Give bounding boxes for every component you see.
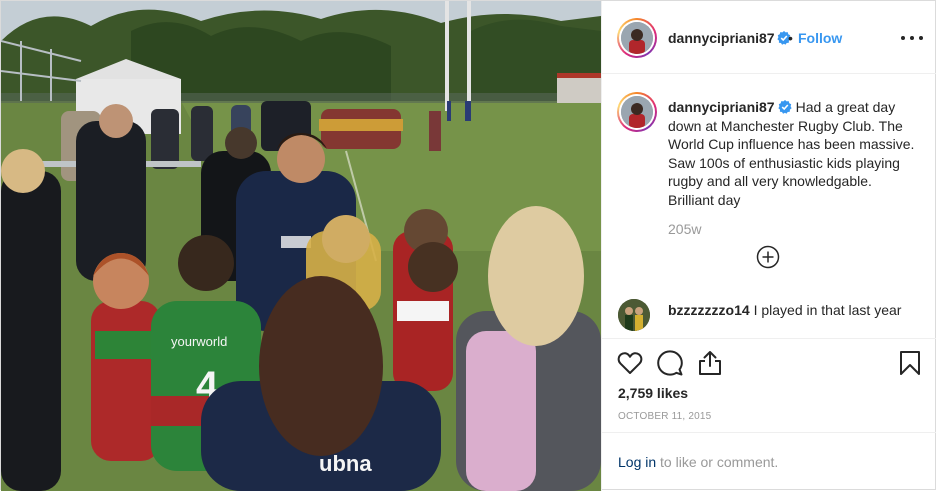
commenter-avatar-image [618,299,650,331]
likes-count[interactable]: 2,759 likes [618,385,688,401]
post-actions: 2,759 likes October 11, 2015 [602,338,936,432]
author-avatar[interactable] [617,18,657,58]
commenter-avatar[interactable] [618,299,650,331]
comment-item: bzzzzzzzo14 I played in that last year [602,299,936,335]
caption-timestamp[interactable]: 205w [668,221,701,237]
comments-section: dannycipriani87 Had a great day down at … [602,75,936,337]
post-date[interactable]: October 11, 2015 [618,411,711,422]
instagram-post: 4 yourworld ubna dannycipriani87 • Follo… [0,0,936,491]
caption-author-avatar[interactable] [617,92,657,132]
login-rest: to like or comment. [656,454,779,470]
caption-username[interactable]: dannycipriani87 [668,99,775,115]
comment-text: I played in that last year [753,302,902,318]
load-more-comments-icon[interactable] [756,245,780,269]
author-avatar-image [621,22,653,54]
caption-verified-badge-icon [777,100,792,114]
share-icon[interactable] [696,349,724,377]
author-username[interactable]: dannycipriani87 [668,30,775,46]
comment-content: bzzzzzzzo14 I played in that last year [668,302,901,318]
follow-separator: • [788,30,793,46]
post-header: dannycipriani87 • Follow [602,1,936,74]
login-prompt: Log in to like or comment. [602,432,936,490]
heart-icon[interactable] [616,349,644,377]
caption-avatar-image [621,96,653,128]
comment-icon[interactable] [656,349,684,377]
post-photo[interactable]: 4 yourworld ubna [1,1,601,491]
post-side-panel: dannycipriani87 • Follow dannycipriani87… [601,1,936,491]
caption-text: Had a great day down at Manchester Rugby… [668,99,915,208]
more-horizontal-icon[interactable] [900,25,924,49]
login-link[interactable]: Log in [618,454,656,470]
login-text: Log in to like or comment. [618,454,778,470]
bookmark-icon[interactable] [896,349,924,377]
commenter-username[interactable]: bzzzzzzzo14 [668,302,750,318]
follow-button[interactable]: Follow [798,30,842,46]
rugby-club-photo: 4 yourworld ubna [1,1,601,491]
post-caption: dannycipriani87 Had a great day down at … [668,98,918,209]
